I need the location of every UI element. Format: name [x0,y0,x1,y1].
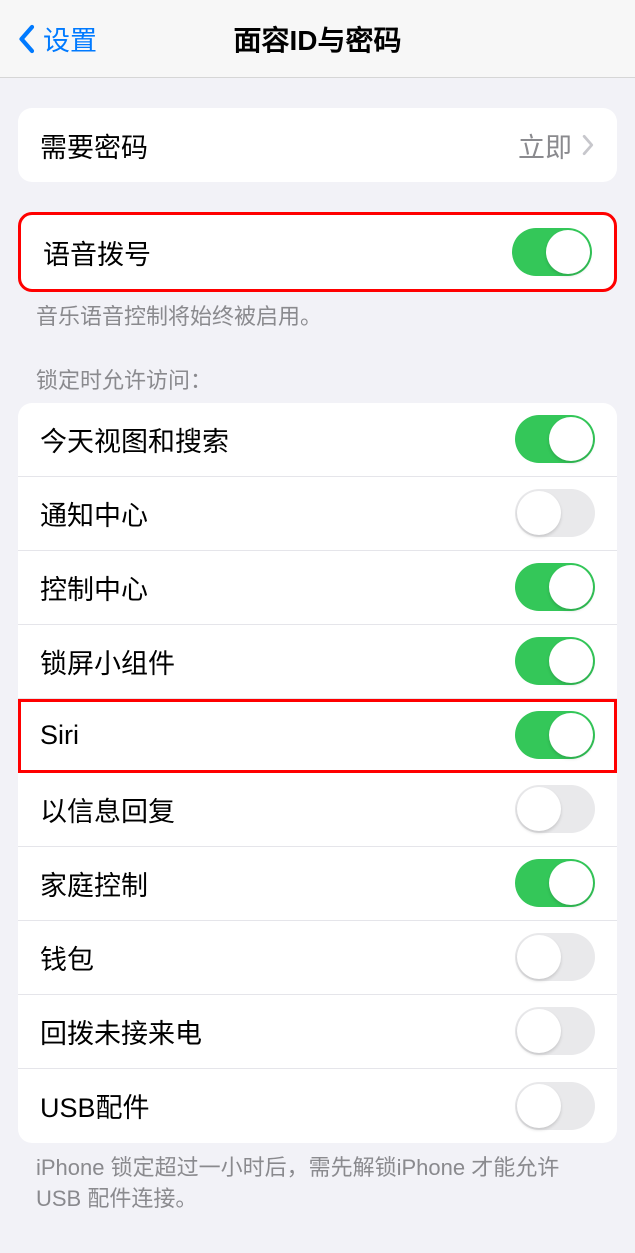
toggle-knob [549,861,593,905]
today-view-row: 今天视图和搜索 [18,403,617,477]
return-missed-calls-label: 回拨未接来电 [40,1012,202,1051]
toggle-knob [549,565,593,609]
voice-dial-row: 语音拨号 [21,215,614,289]
chevron-left-icon [14,21,37,57]
voice-dial-footer: 音乐语音控制将始终被启用。 [0,292,635,333]
voice-dial-group: 语音拨号 [18,212,617,292]
lock-access-group: 今天视图和搜索 通知中心 控制中心 锁屏小组件 Siri 以信息回复 家庭控制 [18,403,617,1143]
siri-row: Siri [18,699,617,773]
back-button[interactable]: 设置 [0,19,97,58]
content: 需要密码 立即 语音拨号 音乐语音控制将始终被启用。 锁定时允许访问： 今天视图… [0,108,635,1214]
wallet-label: 钱包 [40,938,94,977]
toggle-knob [517,787,561,831]
siri-toggle[interactable] [515,711,595,759]
today-view-toggle[interactable] [515,415,595,463]
notification-center-toggle[interactable] [515,489,595,537]
toggle-knob [517,1084,561,1128]
voice-dial-toggle[interactable] [512,228,592,276]
require-passcode-value: 立即 [518,126,595,165]
toggle-knob [549,713,593,757]
today-view-label: 今天视图和搜索 [40,420,229,459]
lock-access-header: 锁定时允许访问： [0,333,635,403]
usb-accessories-toggle[interactable] [515,1082,595,1130]
toggle-knob [549,639,593,683]
control-center-toggle[interactable] [515,563,595,611]
require-passcode-group: 需要密码 立即 [18,108,617,182]
control-center-label: 控制中心 [40,568,148,607]
return-missed-calls-toggle[interactable] [515,1007,595,1055]
nav-bar: 设置 面容ID与密码 [0,0,635,78]
toggle-knob [549,417,593,461]
lock-widget-label: 锁屏小组件 [40,642,175,681]
notification-center-row: 通知中心 [18,477,617,551]
lock-access-footer: iPhone 锁定超过一小时后，需先解锁iPhone 才能允许USB 配件连接。 [0,1143,635,1215]
require-passcode-row[interactable]: 需要密码 立即 [18,108,617,182]
home-control-label: 家庭控制 [40,864,148,903]
wallet-row: 钱包 [18,921,617,995]
reply-message-toggle[interactable] [515,785,595,833]
toggle-knob [517,491,561,535]
require-passcode-label: 需要密码 [40,126,148,165]
toggle-knob [517,935,561,979]
siri-label: Siri [40,720,79,751]
return-missed-calls-row: 回拨未接来电 [18,995,617,1069]
toggle-knob [546,230,590,274]
reply-message-label: 以信息回复 [40,790,175,829]
home-control-toggle[interactable] [515,859,595,907]
usb-accessories-label: USB配件 [40,1086,150,1125]
lock-widget-row: 锁屏小组件 [18,625,617,699]
control-center-row: 控制中心 [18,551,617,625]
chevron-right-icon [582,134,595,156]
reply-message-row: 以信息回复 [18,773,617,847]
back-label: 设置 [43,19,97,58]
home-control-row: 家庭控制 [18,847,617,921]
notification-center-label: 通知中心 [40,494,148,533]
voice-dial-label: 语音拨号 [43,233,151,272]
wallet-toggle[interactable] [515,933,595,981]
lock-widget-toggle[interactable] [515,637,595,685]
usb-accessories-row: USB配件 [18,1069,617,1143]
require-passcode-value-text: 立即 [518,126,572,165]
toggle-knob [517,1009,561,1053]
